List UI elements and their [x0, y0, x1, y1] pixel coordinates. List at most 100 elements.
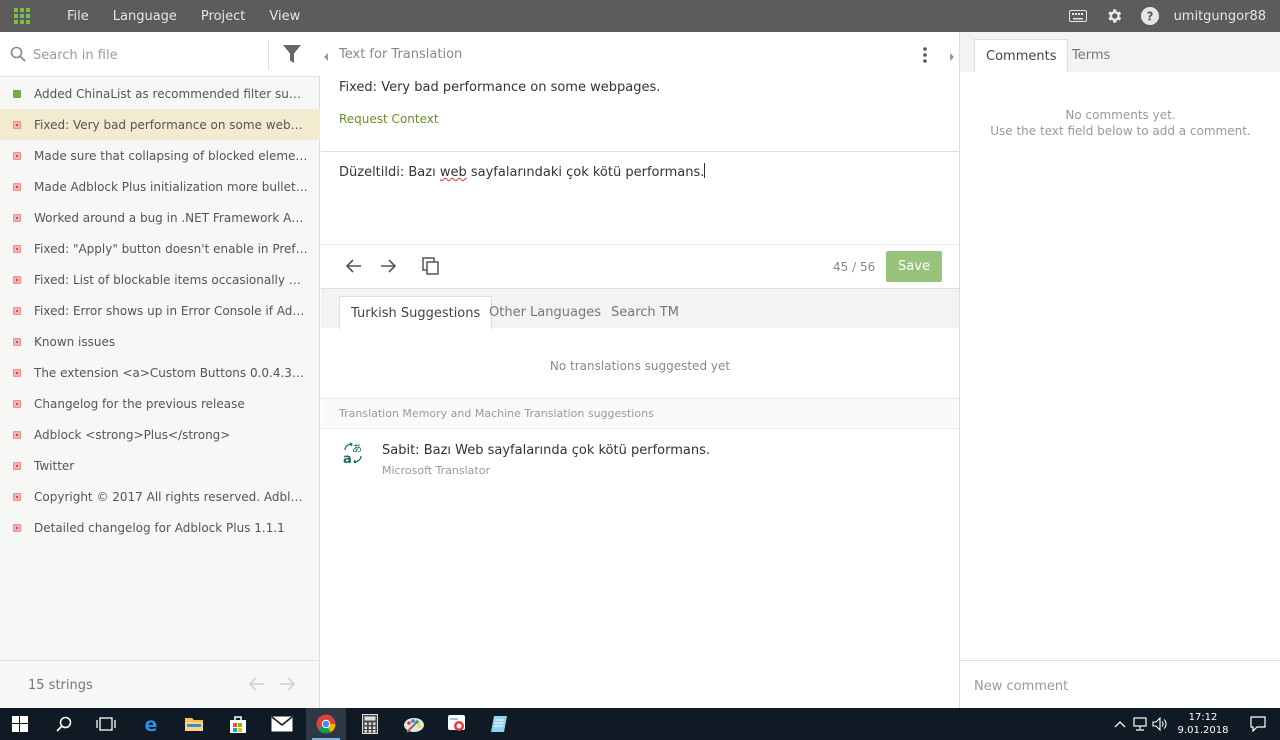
tab-turkish-suggestions[interactable]: Turkish Suggestions — [339, 296, 493, 329]
username[interactable]: umitgungor88 — [1174, 9, 1266, 24]
string-list-item[interactable]: Copyright © 2017 All rights reserved. Ad… — [0, 481, 320, 512]
file-explorer-app[interactable] — [174, 708, 214, 740]
notepad-app[interactable] — [480, 708, 520, 740]
calculator-app[interactable] — [350, 708, 390, 740]
tab-search-tm[interactable]: Search TM — [600, 296, 690, 329]
source-text: Fixed: Very bad performance on some webp… — [339, 80, 661, 95]
taskbar-search-button[interactable] — [44, 708, 84, 740]
edge-app[interactable]: e — [131, 708, 171, 740]
untranslated-status-icon — [13, 306, 21, 315]
string-list-item[interactable]: Fixed: "Apply" button doesn't enable in … — [0, 233, 320, 264]
untranslated-status-icon — [13, 213, 21, 222]
help-button[interactable]: ? — [1132, 0, 1168, 32]
snipping-tool-app[interactable] — [438, 708, 478, 740]
text-caret — [704, 163, 706, 178]
file-explorer-icon — [185, 718, 203, 731]
tab-comments[interactable]: Comments — [974, 39, 1069, 72]
top-bar: File Language Project View ? umitgungor8… — [0, 0, 1280, 32]
keyboard-shortcuts-button[interactable] — [1060, 0, 1096, 32]
collapse-left-icon[interactable] — [321, 50, 331, 64]
request-context-link[interactable]: Request Context — [339, 112, 439, 126]
suggestions-tabs: Turkish Suggestions Other Languages Sear… — [321, 288, 959, 329]
string-list-item[interactable]: Known issues — [0, 326, 320, 357]
search-input[interactable] — [33, 44, 263, 66]
untranslated-status-icon — [13, 523, 21, 532]
menu-project[interactable]: Project — [201, 9, 245, 24]
string-text: Fixed: List of blockable items occasiona… — [34, 272, 308, 287]
comment-box — [960, 660, 1280, 708]
string-text: Adblock <strong>Plus</strong> — [34, 427, 231, 442]
taskbar-clock[interactable]: 17:12 9.01.2018 — [1170, 711, 1236, 737]
paint-app[interactable] — [394, 708, 434, 740]
string-text: Fixed: Very bad performance on some webp… — [34, 117, 308, 132]
windows-taskbar: e 17:12 9.01.2018 — [0, 708, 1280, 740]
divider — [321, 151, 959, 152]
comments-tabs: Comments Terms — [960, 32, 1280, 72]
svg-text:あ: あ — [352, 443, 362, 455]
more-options-icon[interactable] — [921, 46, 929, 64]
string-list-item[interactable]: Fixed: List of blockable items occasiona… — [0, 264, 320, 295]
menu-view[interactable]: View — [269, 9, 300, 24]
collapse-right-icon[interactable] — [947, 50, 957, 64]
mt-suggestion-text[interactable]: Sabit: Bazı Web sayfalarında çok kötü pe… — [382, 443, 710, 458]
comments-panel: Comments Terms No comments yet. Use the … — [959, 32, 1280, 708]
start-button[interactable] — [0, 708, 40, 740]
untranslated-status-icon — [13, 399, 21, 408]
save-button[interactable]: Save — [886, 251, 942, 282]
task-view-icon — [96, 717, 116, 731]
string-list-item[interactable]: Made sure that collapsing of blocked ele… — [0, 140, 320, 171]
menu-language[interactable]: Language — [113, 9, 177, 24]
copy-source-icon[interactable] — [421, 256, 441, 276]
string-list-item[interactable]: The extension <a>Custom Buttons 0.0.4.3<… — [0, 357, 320, 388]
string-list-item[interactable]: Added ChinaList as recommended filter su… — [0, 78, 320, 109]
network-button[interactable] — [1130, 708, 1150, 740]
tab-other-languages[interactable]: Other Languages — [478, 296, 612, 329]
volume-button[interactable] — [1150, 708, 1170, 740]
task-view-button[interactable] — [86, 708, 126, 740]
show-hidden-icons-button[interactable] — [1110, 708, 1130, 740]
clock-time: 17:12 — [1188, 712, 1218, 723]
string-list-item[interactable]: Detailed changelog for Adblock Plus 1.1.… — [0, 512, 320, 543]
string-text: Detailed changelog for Adblock Plus 1.1.… — [34, 520, 285, 535]
string-list-item[interactable]: Worked around a bug in .NET Framework As… — [0, 202, 320, 233]
action-center-button[interactable] — [1236, 708, 1280, 740]
translation-textarea[interactable]: Düzeltildi: Bazı web sayfalarındaki çok … — [339, 163, 706, 180]
source-label: Text for Translation — [339, 47, 463, 62]
new-comment-input[interactable] — [974, 675, 1264, 697]
previous-page-icon[interactable] — [248, 675, 266, 693]
settings-button[interactable] — [1096, 0, 1132, 32]
store-icon — [230, 716, 246, 733]
untranslated-status-icon — [13, 492, 21, 501]
chrome-app[interactable] — [306, 708, 346, 740]
top-right-tools: ? umitgungor88 — [1060, 0, 1280, 32]
mail-app[interactable] — [262, 708, 302, 740]
apps-grid-button[interactable] — [4, 3, 40, 29]
tab-terms[interactable]: Terms — [1061, 39, 1121, 72]
filter-icon[interactable] — [283, 44, 301, 64]
string-list-item[interactable]: Fixed: Very bad performance on some webp… — [0, 109, 320, 140]
store-app[interactable] — [218, 708, 258, 740]
string-list-item[interactable]: Fixed: Error shows up in Error Console i… — [0, 295, 320, 326]
string-list-item[interactable]: Adblock <strong>Plus</strong> — [0, 419, 320, 450]
menu-file[interactable]: File — [67, 9, 89, 24]
translation-text: sayfalarındaki çok kötü performans. — [466, 165, 705, 180]
next-string-icon[interactable] — [378, 256, 398, 276]
tm-header-text: Translation Memory and Machine Translati… — [339, 407, 654, 420]
strings-count: 15 strings — [28, 678, 93, 693]
misspelled-word: web — [439, 165, 467, 180]
mail-icon — [271, 716, 293, 732]
speaker-icon — [1152, 717, 1167, 731]
grid-icon — [14, 8, 30, 24]
string-list-item[interactable]: Changelog for the previous release — [0, 388, 320, 419]
string-list-item[interactable]: Made Adblock Plus initialization more bu… — [0, 171, 320, 202]
string-text: Fixed: "Apply" button doesn't enable in … — [34, 241, 308, 256]
next-page-icon[interactable] — [278, 675, 296, 693]
sidebar-footer: 15 strings — [0, 660, 320, 708]
previous-string-icon[interactable] — [344, 256, 364, 276]
translator-icon: a あ — [343, 442, 362, 464]
notepad-icon — [491, 716, 507, 732]
string-list-item[interactable]: Twitter — [0, 450, 320, 481]
svg-text:e: e — [145, 714, 158, 734]
string-text: Fixed: Error shows up in Error Console i… — [34, 303, 308, 318]
strings-sidebar: Added ChinaList as recommended filter su… — [0, 32, 320, 708]
